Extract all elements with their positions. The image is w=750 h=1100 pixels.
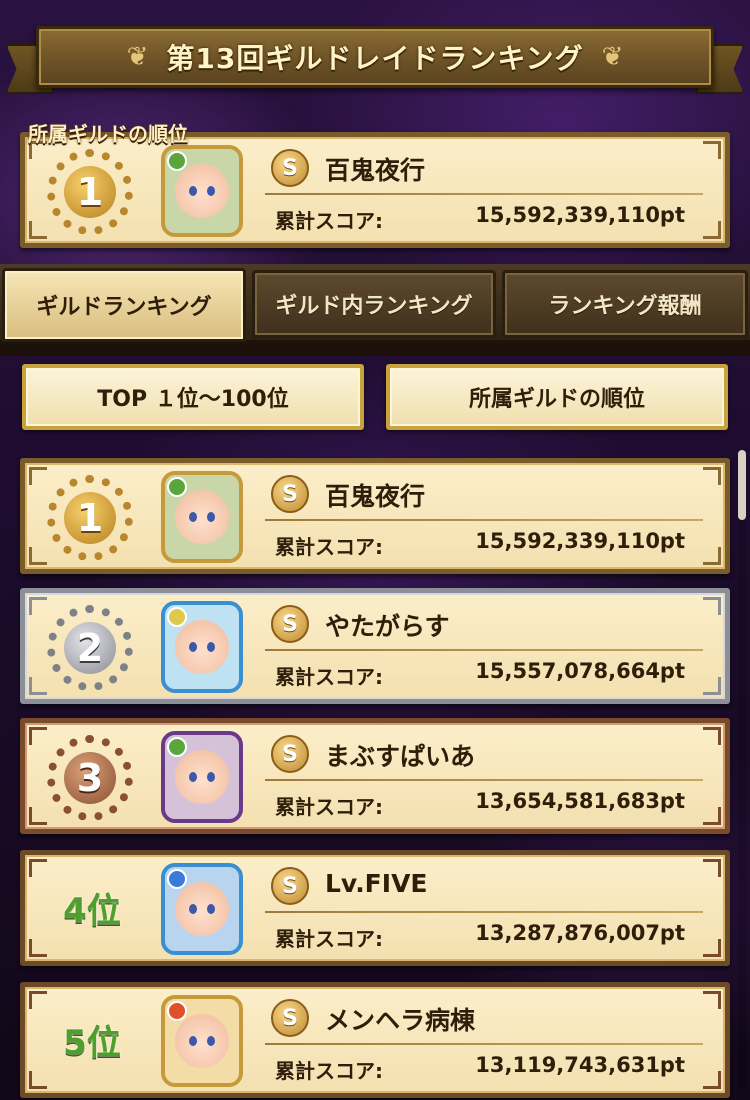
- score-label: 累計スコア:: [275, 795, 383, 819]
- page-title: 第13回ギルドレイドランキング: [166, 42, 584, 75]
- score-label: 累計スコア:: [275, 535, 383, 559]
- score-value: 15,557,078,664pt: [475, 659, 685, 683]
- element-icon: [167, 477, 187, 497]
- element-icon: [167, 869, 187, 889]
- bronze-medal-icon: 3: [47, 735, 133, 821]
- divider: [265, 193, 703, 195]
- guild-name: 百鬼夜行: [325, 156, 426, 185]
- scrollbar-thumb[interactable]: [738, 450, 746, 520]
- rank-text: 5位: [63, 1023, 121, 1063]
- score-value: 13,654,581,683pt: [475, 789, 685, 813]
- divider: [265, 1043, 703, 1045]
- tab-guild-ranking[interactable]: ギルドランキング: [2, 268, 246, 342]
- element-icon: [167, 737, 187, 757]
- s-rank-emblem-icon: S: [271, 867, 309, 905]
- blonde-maid-avatar: [161, 995, 243, 1087]
- guild-name: やたがらす: [325, 612, 450, 641]
- divider: [265, 779, 703, 781]
- white-creature-avatar: [161, 601, 243, 693]
- score-value: 15,592,339,110pt: [475, 529, 685, 553]
- gold-medal-icon: 1: [47, 149, 133, 235]
- divider: [265, 649, 703, 651]
- score-label: 累計スコア:: [275, 209, 383, 233]
- score-label: 累計スコア:: [275, 1059, 383, 1083]
- girl-green-bow-avatar: [161, 471, 243, 563]
- top-100-button[interactable]: TOP １位〜100位: [22, 364, 364, 430]
- guild-name: まぶすぱいあ: [325, 742, 476, 771]
- tab-in-guild-ranking[interactable]: ギルド内ランキング: [252, 270, 496, 338]
- s-rank-emblem-icon: S: [271, 735, 309, 773]
- element-icon: [167, 1001, 187, 1021]
- guild-name: 百鬼夜行: [325, 482, 426, 511]
- gold-medal-icon: 1: [47, 475, 133, 561]
- title-banner: ❦ 第13回ギルドレイドランキング ❦: [6, 26, 744, 94]
- ranking-row[interactable]: 1 S 百鬼夜行累計スコア: 15,592,339,110pt: [20, 458, 730, 574]
- my-guild-rank-button[interactable]: 所属ギルドの順位: [386, 364, 728, 430]
- blue-hair-girl-avatar: [161, 863, 243, 955]
- ranking-row[interactable]: 4位 S Lv.FIVE 累計スコア: 13,287,876,007pt: [20, 850, 730, 966]
- girl-green-bow-avatar: [161, 145, 243, 237]
- rank-text: 4位: [63, 891, 121, 931]
- element-icon: [167, 607, 187, 627]
- s-rank-emblem-icon: S: [271, 475, 309, 513]
- s-rank-emblem-icon: S: [271, 605, 309, 643]
- ranking-row[interactable]: 5位 S メンヘラ病棟累計スコア: 13,119,743,631pt: [20, 982, 730, 1098]
- divider: [265, 519, 703, 521]
- tab-bar: ギルドランキング ギルド内ランキング ランキング報酬: [0, 264, 750, 344]
- vampire-girl-avatar: [161, 731, 243, 823]
- scroll-ornament-icon: ❦: [601, 42, 624, 72]
- score-value: 13,119,743,631pt: [475, 1053, 685, 1077]
- s-rank-emblem-icon: S: [271, 149, 309, 187]
- s-rank-emblem-icon: S: [271, 999, 309, 1037]
- scrollbar[interactable]: [738, 450, 746, 1090]
- element-icon: [167, 151, 187, 171]
- guild-name: Lv.FIVE: [325, 869, 428, 898]
- my-guild-card[interactable]: 1 S 百鬼夜行 累計スコア: 15,592,339,110pt: [20, 132, 730, 248]
- score-label: 累計スコア:: [275, 927, 383, 951]
- tab-ranking-rewards[interactable]: ランキング報酬: [502, 270, 748, 338]
- ranking-row[interactable]: 3 S まぶすぱいあ累計スコア: 13,654,581,683pt: [20, 718, 730, 834]
- scroll-ornament-icon: ❦: [126, 42, 149, 72]
- guild-name: メンヘラ病棟: [325, 1006, 476, 1035]
- ranking-row[interactable]: 2 S やたがらす累計スコア: 15,557,078,664pt: [20, 588, 730, 704]
- silver-medal-icon: 2: [47, 605, 133, 691]
- score-value: 13,287,876,007pt: [475, 921, 685, 945]
- my-guild-section-label: 所属ギルドの順位: [28, 122, 188, 146]
- score-value: 15,592,339,110pt: [475, 203, 685, 227]
- title-plate: ❦ 第13回ギルドレイドランキング ❦: [36, 26, 714, 88]
- divider: [265, 911, 703, 913]
- score-label: 累計スコア:: [275, 665, 383, 689]
